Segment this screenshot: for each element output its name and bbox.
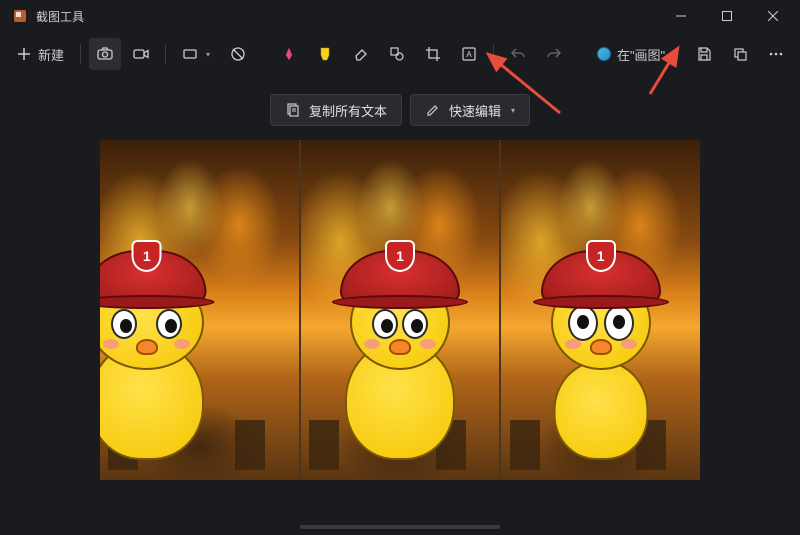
image-panel: 1 — [100, 140, 299, 480]
shape-mode-button[interactable]: ▾ — [174, 38, 218, 70]
quick-edit-label: 快速编辑 — [449, 101, 501, 120]
pen-tool-button[interactable] — [273, 38, 305, 70]
minimize-button[interactable] — [658, 0, 704, 32]
new-label: 新建 — [38, 45, 64, 64]
new-button[interactable]: 新建 — [8, 38, 72, 70]
video-button[interactable] — [125, 38, 157, 70]
maximize-button[interactable] — [704, 0, 750, 32]
separator — [80, 44, 81, 64]
separator — [493, 44, 494, 64]
canvas-area: 1 1 — [0, 140, 800, 520]
image-panel: 1 — [501, 140, 700, 480]
undo-button[interactable] — [502, 38, 534, 70]
edit-in-label: 在"画图"... — [617, 45, 676, 64]
delay-button[interactable] — [222, 38, 254, 70]
captured-image[interactable]: 1 1 — [100, 140, 700, 480]
toolbar: 新建 ▾ A — [0, 32, 800, 76]
separator — [165, 44, 166, 64]
secondary-bar: 复制所有文本 快速编辑 ▾ — [0, 76, 800, 140]
horizontal-scrollbar[interactable] — [300, 525, 500, 529]
quick-edit-button[interactable]: 快速编辑 ▾ — [410, 94, 530, 126]
app-icon — [12, 8, 28, 24]
crop-button[interactable] — [417, 38, 449, 70]
redo-button[interactable] — [538, 38, 570, 70]
edit-in-paint-button[interactable]: 在"画图"... — [589, 38, 684, 70]
eraser-button[interactable] — [345, 38, 377, 70]
window-title: 截图工具 — [36, 8, 84, 25]
edit-icon — [425, 102, 441, 118]
save-button[interactable] — [688, 38, 720, 70]
close-button[interactable] — [750, 0, 796, 32]
image-panel: 1 — [301, 140, 500, 480]
text-extract-button[interactable]: A — [453, 38, 485, 70]
chevron-down-icon: ▾ — [206, 50, 210, 59]
copy-all-text-label: 复制所有文本 — [309, 101, 387, 120]
svg-text:A: A — [466, 50, 472, 59]
highlighter-tool-button[interactable] — [309, 38, 341, 70]
annotation-tools: A — [273, 38, 570, 70]
copy-all-text-button[interactable]: 复制所有文本 — [270, 94, 402, 126]
camera-button[interactable] — [89, 38, 121, 70]
more-button[interactable] — [760, 38, 792, 70]
paint-app-icon — [597, 47, 611, 61]
window-controls — [658, 0, 796, 32]
copy-button[interactable] — [724, 38, 756, 70]
shapes-button[interactable] — [381, 38, 413, 70]
chevron-down-icon: ▾ — [511, 106, 515, 115]
copy-text-icon — [285, 102, 301, 118]
titlebar: 截图工具 — [0, 0, 800, 32]
